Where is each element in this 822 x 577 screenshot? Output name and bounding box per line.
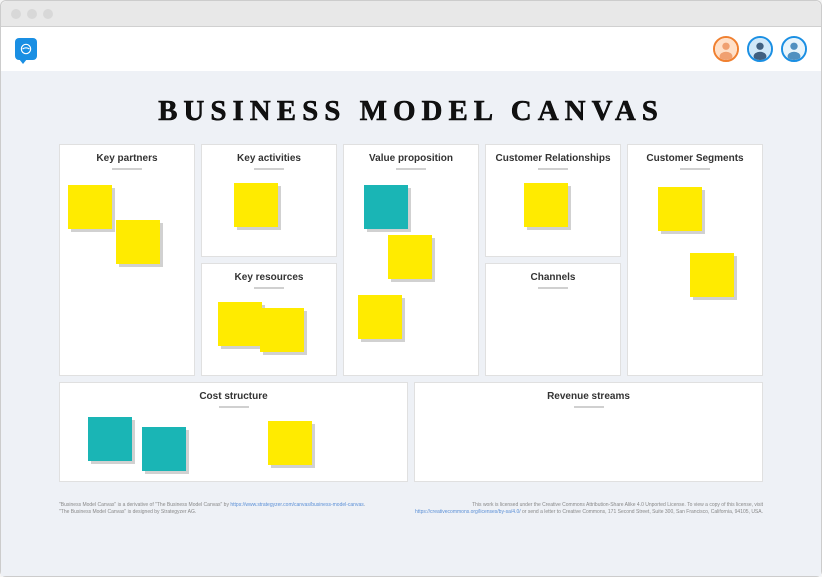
col-key-partners: Key partners [59, 144, 195, 376]
sticky-note[interactable] [364, 185, 408, 229]
footer-text: "Business Model Canvas" is a derivative … [59, 502, 230, 508]
sticky-note[interactable] [234, 183, 278, 227]
col-value-proposition: Value proposition [343, 144, 479, 376]
card-key-partners[interactable]: Key partners [59, 144, 195, 376]
browser-frame: BUSINESS MODEL CANVAS Key partners Key a… [0, 0, 822, 577]
footer-text: or send a letter to Creative Commons, 17… [521, 509, 763, 515]
card-channels[interactable]: Channels [485, 263, 621, 376]
card-underline [112, 168, 142, 170]
card-title: Key resources [208, 272, 330, 283]
col-customer-segments: Customer Segments [627, 144, 763, 376]
sticky-note[interactable] [116, 220, 160, 264]
sticky-note[interactable] [142, 427, 186, 471]
app-header [1, 27, 821, 71]
card-title: Cost structure [66, 391, 401, 402]
card-title: Revenue streams [421, 391, 756, 402]
card-title: Customer Relationships [492, 153, 614, 164]
swirl-icon [19, 42, 33, 56]
card-revenue-streams[interactable]: Revenue streams [414, 382, 763, 482]
footer-link[interactable]: https://www.strategyzer.com/canvas/busin… [230, 502, 363, 508]
browser-titlebar [1, 1, 821, 27]
avatar[interactable] [781, 36, 807, 62]
avatar[interactable] [713, 36, 739, 62]
card-title: Customer Segments [634, 153, 756, 164]
card-title: Key activities [208, 153, 330, 164]
footer-left: "Business Model Canvas" is a derivative … [59, 502, 365, 515]
card-underline [538, 287, 568, 289]
card-key-activities[interactable]: Key activities [201, 144, 337, 257]
card-title: Value proposition [350, 153, 472, 164]
col-customer-relationships-channels: Customer Relationships Channels [485, 144, 621, 376]
card-cost-structure[interactable]: Cost structure [59, 382, 408, 482]
traffic-light-minimize[interactable] [27, 9, 37, 19]
card-underline [254, 287, 284, 289]
sticky-note[interactable] [218, 302, 262, 346]
card-underline [538, 168, 568, 170]
canvas-viewport[interactable]: BUSINESS MODEL CANVAS Key partners Key a… [1, 71, 821, 576]
col-key-activities-resources: Key activities Key resources [201, 144, 337, 376]
card-customer-relationships[interactable]: Customer Relationships [485, 144, 621, 257]
canvas-grid-bottom: Cost structure Revenue streams [59, 382, 763, 482]
footer-text: . [364, 502, 365, 508]
page-title: BUSINESS MODEL CANVAS [59, 95, 763, 128]
avatar-group [713, 36, 807, 62]
card-underline [396, 168, 426, 170]
footer-text: "The Business Model Canvas" is designed … [59, 509, 365, 516]
app-logo-icon[interactable] [15, 38, 37, 60]
sticky-note[interactable] [88, 417, 132, 461]
traffic-light-close[interactable] [11, 9, 21, 19]
card-customer-segments[interactable]: Customer Segments [627, 144, 763, 376]
sticky-note[interactable] [388, 235, 432, 279]
card-underline [680, 168, 710, 170]
card-title: Channels [492, 272, 614, 283]
sticky-note[interactable] [690, 253, 734, 297]
footer-right: This work is licensed under the Creative… [415, 502, 763, 515]
card-underline [254, 168, 284, 170]
sticky-note[interactable] [524, 183, 568, 227]
card-key-resources[interactable]: Key resources [201, 263, 337, 376]
card-title: Key partners [66, 153, 188, 164]
avatar[interactable] [747, 36, 773, 62]
sticky-note[interactable] [260, 308, 304, 352]
sticky-note[interactable] [68, 185, 112, 229]
card-underline [574, 406, 604, 408]
footer-link[interactable]: https://creativecommons.org/licenses/by-… [415, 509, 521, 515]
card-value-proposition[interactable]: Value proposition [343, 144, 479, 376]
canvas-grid-top: Key partners Key activities Key resource… [59, 144, 763, 376]
sticky-note[interactable] [268, 421, 312, 465]
traffic-light-zoom[interactable] [43, 9, 53, 19]
footer-attribution: "Business Model Canvas" is a derivative … [59, 502, 763, 515]
card-underline [219, 406, 249, 408]
sticky-note[interactable] [358, 295, 402, 339]
sticky-note[interactable] [658, 187, 702, 231]
